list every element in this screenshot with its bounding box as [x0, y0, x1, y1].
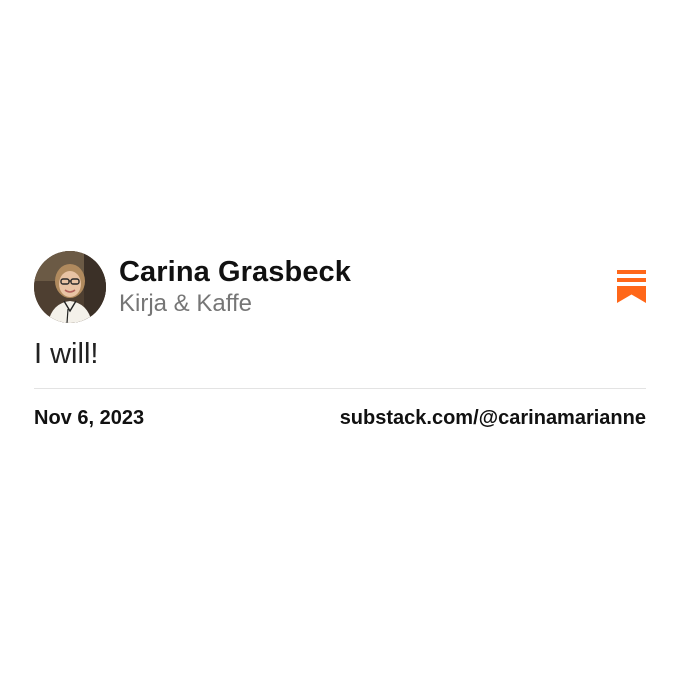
- profile-link[interactable]: substack.com/@carinamarianne: [340, 406, 646, 430]
- author-avatar[interactable]: [34, 251, 106, 323]
- note-header: Carina Grasbeck Kirja & Kaffe: [34, 251, 646, 323]
- note-body: I will!: [34, 338, 99, 370]
- note-date: Nov 6, 2023: [34, 407, 145, 429]
- divider: [34, 388, 646, 389]
- substack-logo-icon[interactable]: [617, 270, 646, 303]
- avatar-photo-icon: [34, 251, 106, 323]
- note-footer: Nov 6, 2023 substack.com/@carinamarianne: [34, 406, 646, 430]
- publication-name[interactable]: Kirja & Kaffe: [119, 289, 351, 319]
- author-name[interactable]: Carina Grasbeck: [119, 255, 351, 289]
- author-info: Carina Grasbeck Kirja & Kaffe: [119, 255, 351, 319]
- note-card: Carina Grasbeck Kirja & Kaffe I will! No…: [34, 251, 646, 430]
